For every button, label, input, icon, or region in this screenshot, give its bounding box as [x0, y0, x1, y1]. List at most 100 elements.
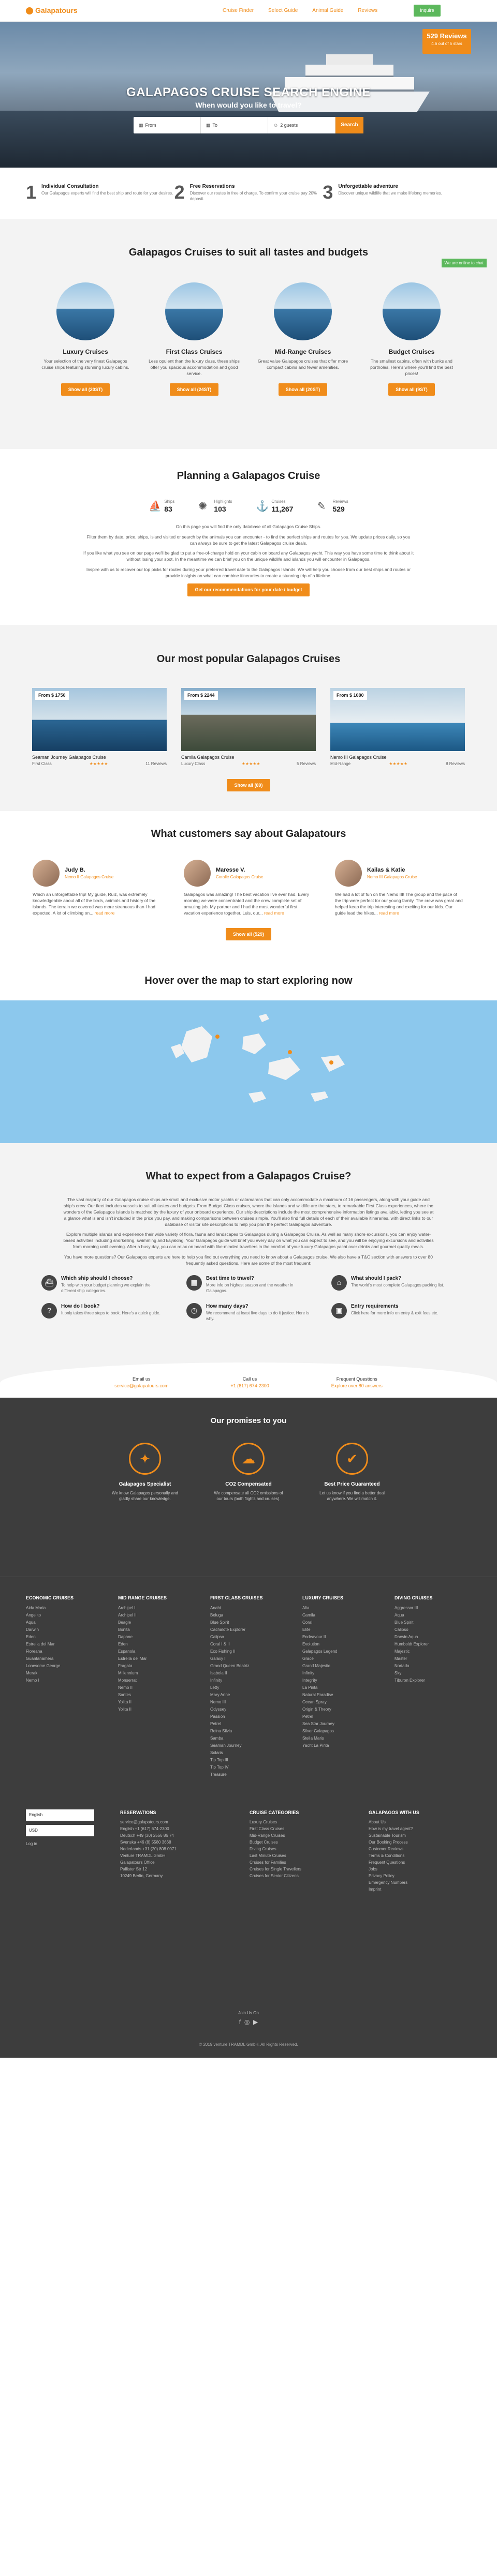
facebook-icon[interactable]: f [239, 2018, 241, 2026]
footer-link[interactable]: Floreana [26, 1648, 104, 1655]
footer-link[interactable]: Tiburon Explorer [394, 1677, 472, 1684]
footer-link[interactable]: Grand Majestic [302, 1663, 380, 1670]
footer-link[interactable]: Nortada [394, 1663, 472, 1670]
cruise-type-image[interactable] [165, 282, 223, 340]
footer-link[interactable]: Reina Silvia [210, 1728, 288, 1735]
footer-link[interactable]: Santes [118, 1691, 196, 1699]
inquire-button[interactable]: Inquire [414, 5, 441, 17]
island-genovesa[interactable] [259, 1014, 269, 1022]
footer-link[interactable]: Yolita II [118, 1699, 196, 1706]
footer-link[interactable]: Angelito [26, 1612, 104, 1619]
login-link[interactable]: Log in [26, 1840, 94, 1847]
footer-link[interactable]: Samba [210, 1735, 288, 1742]
footer-link[interactable]: Lonesome George [26, 1663, 104, 1670]
footer-link[interactable]: Cruises for Single Travellers [250, 1866, 343, 1873]
footer-link[interactable]: Odyssey [210, 1706, 288, 1713]
footer-link[interactable]: Silver Galapagos [302, 1728, 380, 1735]
footer-link[interactable]: Calipso [210, 1634, 288, 1641]
footer-link[interactable]: Yacht La Pinta [302, 1742, 380, 1749]
search-button[interactable]: Search [335, 117, 363, 133]
footer-link[interactable]: Beagle [118, 1619, 196, 1626]
currency-select[interactable]: USD [26, 1824, 94, 1836]
recommendations-button[interactable]: Get our recommendations for your date / … [187, 583, 310, 596]
footer-link[interactable]: Origin & Theory [302, 1706, 380, 1713]
to-date-field[interactable]: ▦ To [201, 117, 268, 133]
language-select[interactable]: English [26, 1809, 94, 1821]
footer-link[interactable]: La Pinta [302, 1684, 380, 1691]
island-isabela[interactable] [181, 1026, 212, 1062]
footer-link[interactable]: Eden [118, 1641, 196, 1648]
footer-link[interactable]: Majestic [394, 1648, 472, 1655]
footer-link[interactable]: Frequent Questions [369, 1859, 462, 1866]
faq-item[interactable]: ⌂ What should I pack? The world's most com… [331, 1275, 456, 1294]
footer-link[interactable]: Sea Star Journey [302, 1720, 380, 1728]
footer-link[interactable]: Coral I & II [210, 1641, 288, 1648]
map-marker[interactable] [288, 1050, 292, 1054]
faq-item[interactable]: ◷ How many days? We recommend at least fiv… [186, 1303, 311, 1322]
nav-reviews[interactable]: Reviews [358, 7, 377, 14]
footer-link[interactable]: Isabela II [210, 1670, 288, 1677]
footer-link[interactable]: Mary Anne [210, 1691, 288, 1699]
footer-link[interactable]: Eden [26, 1634, 104, 1641]
footer-link[interactable]: Fragata [118, 1663, 196, 1670]
read-more-link[interactable]: read more [379, 910, 399, 916]
youtube-icon[interactable]: ▶ [253, 2018, 258, 2026]
footer-link[interactable]: Calipso [394, 1626, 472, 1634]
faq-item[interactable]: ▦ Best time to travel? More info on highes… [186, 1275, 311, 1294]
footer-link[interactable]: Grace [302, 1655, 380, 1663]
show-all-button[interactable]: Show all (20ST) [61, 383, 110, 396]
footer-link[interactable]: Merak [26, 1670, 104, 1677]
show-all-button[interactable]: Show all (24ST) [169, 383, 219, 396]
faq-item[interactable]: ⛴ Which ship should I choose? To help with… [41, 1275, 166, 1294]
from-date-field[interactable]: ▦ From [134, 117, 201, 133]
footer-link[interactable]: Aqua [26, 1619, 104, 1626]
cruise-image[interactable]: From $ 1750 [32, 688, 167, 751]
island-santiago[interactable] [242, 1034, 266, 1054]
show-all-button[interactable]: Show all (20ST) [278, 383, 328, 396]
footer-link[interactable]: Daphne [118, 1634, 196, 1641]
nav-select-guide[interactable]: Select Guide [268, 7, 298, 14]
instagram-icon[interactable]: ◎ [244, 2018, 250, 2026]
footer-link[interactable]: Letty [210, 1684, 288, 1691]
faq-item[interactable]: ? How do I book? It only takes three steps… [41, 1303, 166, 1322]
footer-link[interactable]: Imprint [369, 1886, 462, 1893]
footer-link[interactable]: Darwin Aqua [394, 1634, 472, 1641]
footer-link[interactable]: Blue Spirit [394, 1619, 472, 1626]
read-more-link[interactable]: read more [95, 910, 115, 916]
footer-link[interactable]: Camila [302, 1612, 380, 1619]
footer-link[interactable]: Ocean Spray [302, 1699, 380, 1706]
show-all-button[interactable]: Show all (9ST) [388, 383, 435, 396]
footer-link[interactable]: Seaman Journey [210, 1742, 288, 1749]
footer-link[interactable]: Budget Cruises [250, 1839, 343, 1846]
footer-link[interactable]: Sustainable Tourism [369, 1832, 462, 1839]
footer-link[interactable]: Evolution [302, 1641, 380, 1648]
island-floreana[interactable] [248, 1091, 266, 1103]
nav-animal-guide[interactable]: Animal Guide [312, 7, 343, 14]
footer-link[interactable]: Tip Top IV [210, 1764, 288, 1771]
footer-link[interactable]: Guantanamera [26, 1655, 104, 1663]
footer-link[interactable]: Eco Fishing II [210, 1648, 288, 1655]
footer-link[interactable]: Beluga [210, 1612, 288, 1619]
footer-link[interactable]: Coral [302, 1619, 380, 1626]
island-espanola[interactable] [311, 1091, 328, 1102]
footer-link[interactable]: Privacy Policy [369, 1873, 462, 1879]
footer-link[interactable]: Integrity [302, 1677, 380, 1684]
galapagos-map[interactable] [0, 1000, 497, 1143]
cruise-type-image[interactable] [274, 282, 332, 340]
footer-link[interactable]: Estrella del Mar [118, 1655, 196, 1663]
footer-link[interactable]: Humboldt Explorer [394, 1641, 472, 1648]
cruise-image[interactable]: From $ 1080 [330, 688, 465, 751]
footer-link[interactable]: Mid-Range Cruises [250, 1832, 343, 1839]
chat-badge[interactable]: We are online to chat [441, 259, 487, 268]
cruise-type-image[interactable] [383, 282, 441, 340]
footer-link[interactable]: Cruises for Families [250, 1859, 343, 1866]
footer-link[interactable]: Our Booking Process [369, 1839, 462, 1846]
read-more-link[interactable]: read more [264, 910, 284, 916]
reviews-badge[interactable]: 529 Reviews 4.6 out of 5 stars [422, 29, 471, 54]
footer-link[interactable]: Master [394, 1655, 472, 1663]
footer-link[interactable]: Passion [210, 1713, 288, 1720]
footer-link[interactable]: Luxury Cruises [250, 1819, 343, 1825]
footer-link[interactable]: Estrella del Mar [26, 1641, 104, 1648]
footer-link[interactable]: Customer Reviews [369, 1846, 462, 1852]
footer-link[interactable]: Aida Maria [26, 1605, 104, 1612]
